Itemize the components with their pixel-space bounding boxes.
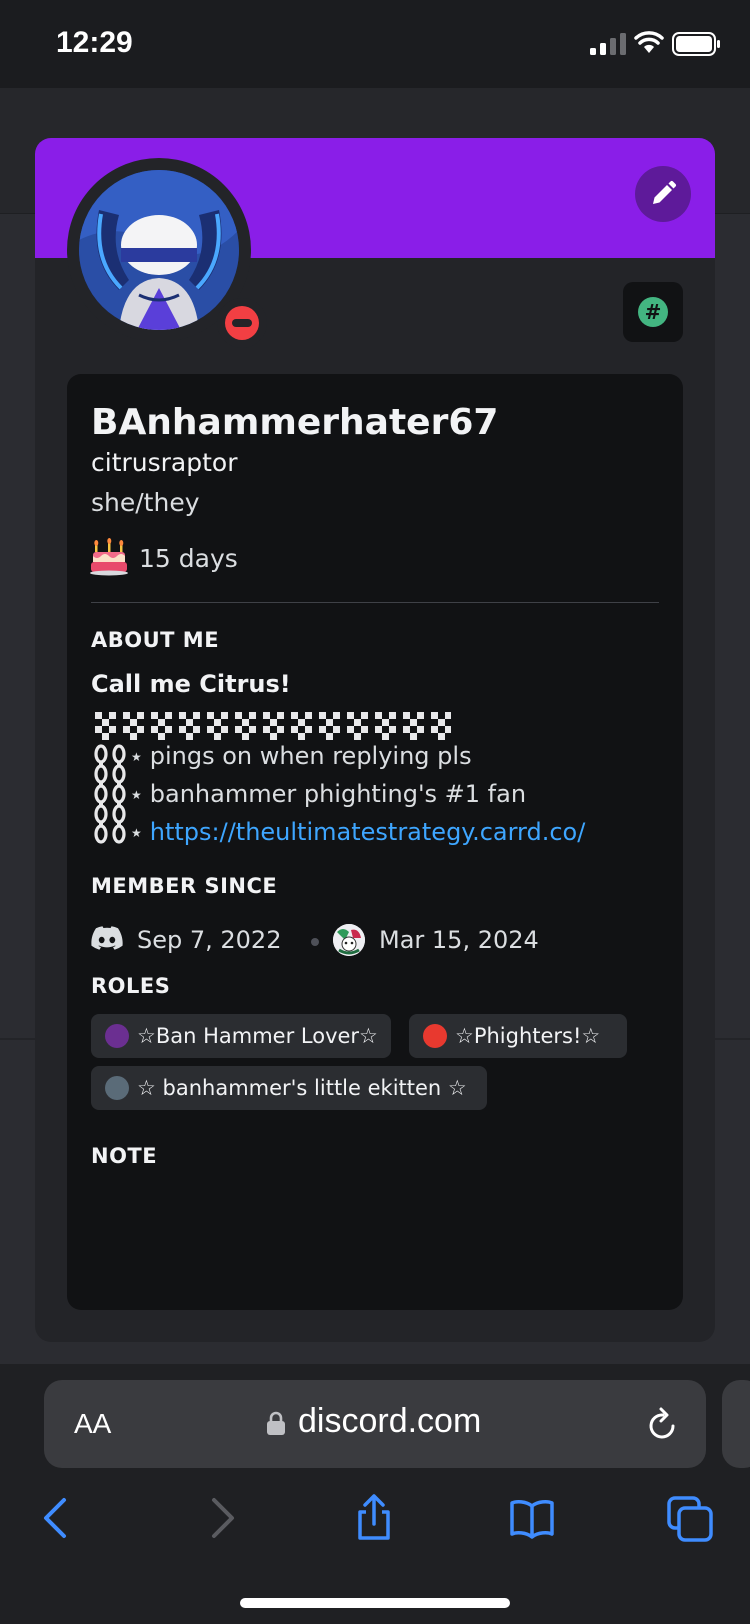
profile-info-card: BAnhammerhater67 citrusraptor she/they 1… [67, 374, 683, 1310]
bio-link-line: ★ https://theultimatestrategy.carrd.co/ [131, 818, 585, 846]
pencil-icon [653, 180, 677, 204]
battery-icon [672, 32, 720, 56]
checkered-border-decoration [95, 712, 451, 740]
avatar[interactable] [79, 170, 239, 330]
back-icon[interactable] [34, 1494, 82, 1542]
role-pill[interactable]: ☆Ban Hammer Lover☆ [91, 1014, 391, 1058]
bookmarks-icon[interactable] [508, 1494, 556, 1542]
forward-icon[interactable] [196, 1494, 244, 1542]
share-icon[interactable] [350, 1494, 398, 1542]
edit-profile-button[interactable] [635, 166, 691, 222]
star-bullet-icon: ★ [131, 788, 142, 802]
status-bar: 12:29 [0, 0, 750, 88]
member-duration: 15 days [139, 544, 238, 573]
star-bullet-icon: ★ [131, 826, 142, 840]
avatar-frame [67, 158, 267, 348]
pronouns: she/they [91, 488, 200, 517]
server-icon [333, 924, 365, 956]
discord-logo-icon [91, 926, 123, 950]
tabs-icon[interactable] [666, 1494, 714, 1542]
address-bar[interactable]: AA discord.com [44, 1380, 706, 1468]
member-since-title: MEMBER SINCE [91, 874, 278, 898]
hashtag-badge-icon[interactable]: # [623, 282, 683, 342]
discord-member-since: Sep 7, 2022 [137, 926, 282, 954]
text-size-button[interactable]: AA [74, 1408, 111, 1440]
role-color-dot [105, 1076, 129, 1100]
role-pill[interactable]: ☆Phighters!☆ [409, 1014, 627, 1058]
username: citrusraptor [91, 448, 238, 477]
home-indicator[interactable] [240, 1598, 510, 1608]
divider [91, 602, 659, 603]
separator-dot [311, 938, 319, 946]
status-time: 12:29 [56, 26, 133, 59]
note-input[interactable] [91, 1180, 659, 1280]
cake-icon [90, 538, 128, 576]
wifi-icon [634, 31, 664, 53]
about-me-title: ABOUT ME [91, 628, 220, 652]
do-not-disturb-status-icon [217, 298, 267, 348]
bio-line: ★ pings on when replying pls [131, 742, 472, 770]
role-color-dot [105, 1024, 129, 1048]
user-profile-modal: # BAnhammerhater67 citrusraptor she/they… [35, 138, 715, 1342]
display-name: BAnhammerhater67 [91, 402, 499, 443]
next-tab-preview[interactable] [722, 1380, 750, 1468]
bio-line: ★ banhammer phighting's #1 fan [131, 780, 527, 808]
role-color-dot [423, 1024, 447, 1048]
chain-decoration [94, 744, 126, 844]
lock-icon [267, 1411, 285, 1435]
note-title: NOTE [91, 1144, 158, 1168]
about-me-heading: Call me Citrus! [91, 670, 291, 698]
url-text: discord.com [298, 1402, 482, 1440]
role-pill[interactable]: ☆ banhammer's little ekitten ☆ [91, 1066, 487, 1110]
star-bullet-icon: ★ [131, 750, 142, 764]
roles-title: ROLES [91, 974, 171, 998]
member-since-row: Sep 7, 2022 Mar 15, 2024 [91, 924, 659, 960]
avatar-image [79, 170, 239, 330]
reload-icon[interactable] [646, 1406, 680, 1442]
bio-link[interactable]: https://theultimatestrategy.carrd.co/ [150, 818, 586, 846]
cellular-signal-icon [590, 33, 626, 55]
server-member-since: Mar 15, 2024 [379, 926, 539, 954]
